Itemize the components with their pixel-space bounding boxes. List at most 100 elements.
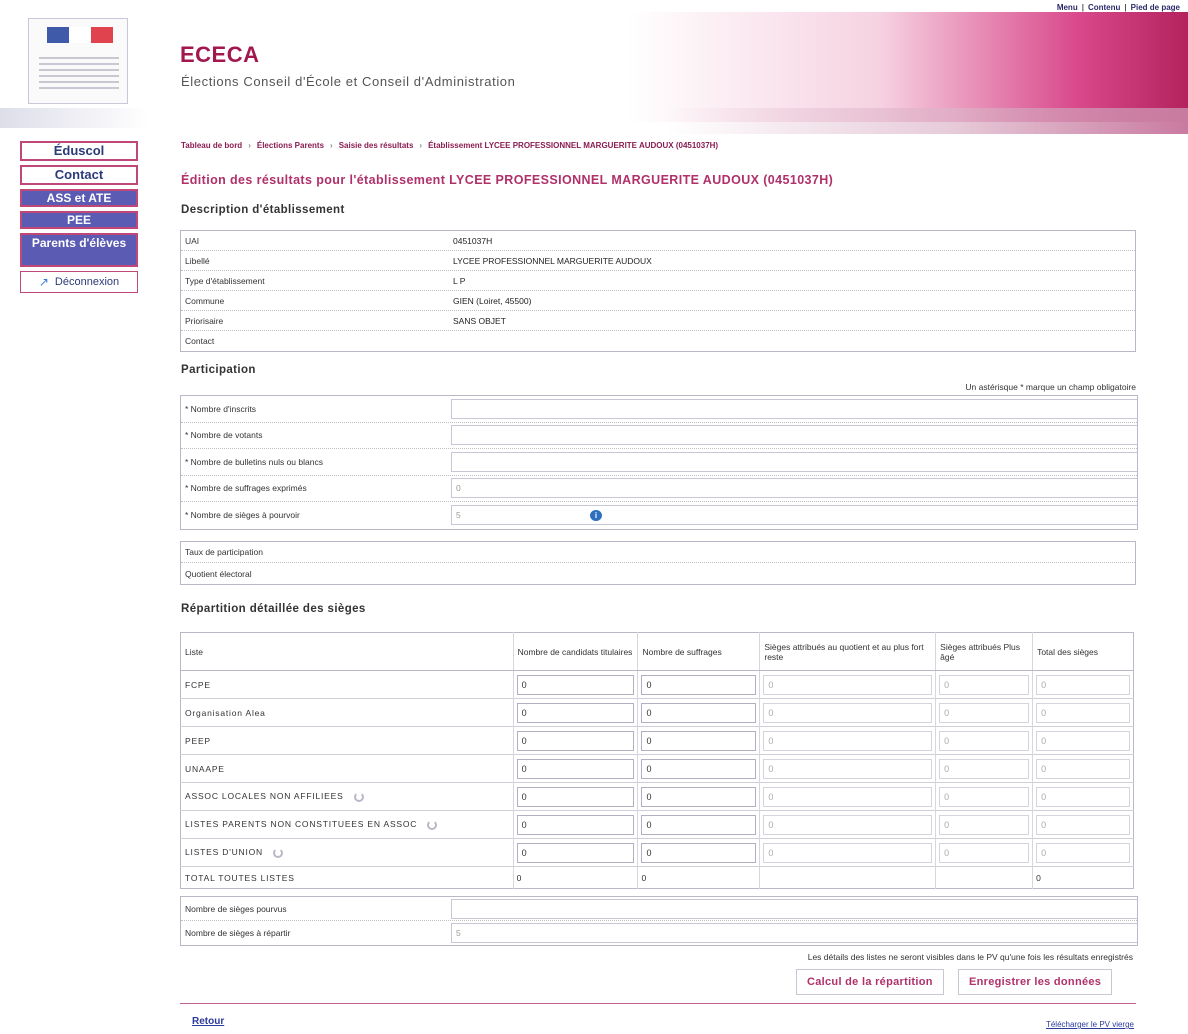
ministry-logo (28, 18, 128, 104)
total-field: 0 (1036, 730, 1130, 751)
participation-form: * Nombre d'inscrits * Nombre de votants … (180, 395, 1138, 530)
plug-icon: ↗ (38, 275, 49, 289)
description-key: UAI (185, 235, 200, 246)
total-field: 0 (1036, 786, 1130, 807)
refresh-icon[interactable] (427, 819, 438, 830)
candidats-input[interactable]: 0 (516, 786, 635, 807)
table-row: FCPE 0 0 0 0 0 (180, 670, 1134, 699)
sidebar-item-contact[interactable]: Contact (20, 165, 138, 185)
page-title: Édition des résultats pour l'établisseme… (181, 173, 834, 187)
list-name: PEEP (185, 735, 211, 746)
candidats-input[interactable]: 0 (516, 758, 635, 779)
bulletins-nuls-input[interactable] (451, 451, 1137, 472)
suffrages-cell: 0 (637, 698, 760, 727)
breadcrumb-item-elections[interactable]: Élections Parents (257, 141, 324, 150)
enregistrer-button[interactable]: Enregistrer les données (958, 969, 1113, 995)
description-key: Type d'établissement (185, 275, 265, 286)
field-label: * Nombre de votants (185, 430, 263, 441)
suffrages-input[interactable]: 0 (641, 786, 757, 807)
candidats-input[interactable]: 0 (516, 814, 635, 835)
top-link-contenu[interactable]: Contenu (1088, 3, 1120, 12)
description-value: 0451037H (453, 235, 493, 246)
list-name: FCPE (185, 679, 211, 690)
rate-label: Quotient électoral (185, 568, 252, 579)
refresh-icon[interactable] (273, 847, 284, 858)
total-row: TOTAL TOUTES LISTES 0 0 0 (180, 866, 1134, 889)
age-field: 0 (939, 786, 1030, 807)
total-cell: 0 (1032, 670, 1134, 699)
description-row: Commune GIEN (Loiret, 45500) (181, 291, 1135, 311)
total-cell: 0 (1032, 698, 1134, 727)
candidats-input[interactable]: 0 (516, 674, 635, 695)
suffrages-exprimes-field: 0 (451, 478, 1137, 499)
logout-button[interactable]: ↗ Déconnexion (20, 271, 138, 293)
quotient-cell: 0 (759, 726, 936, 755)
list-name: LISTES PARENTS NON CONSTITUEES EN ASSOC (185, 819, 418, 830)
list-name: LISTES D'UNION (185, 847, 264, 858)
refresh-icon[interactable] (353, 791, 364, 802)
sidebar-item-ass-ate[interactable]: ASS et ATE (20, 189, 138, 207)
field-label: * Nombre de sièges à pourvoir (185, 510, 300, 521)
suffrages-cell: 0 (637, 810, 760, 839)
breadcrumb-item-etablissement: Établissement LYCEE PROFESSIONNEL MARGUE… (428, 141, 719, 150)
total-field: 0 (1036, 758, 1130, 779)
suffrages-input[interactable]: 0 (641, 702, 757, 723)
participation-row: * Nombre de votants (181, 423, 1137, 449)
inscrits-input[interactable] (451, 398, 1137, 419)
info-icon[interactable]: i (590, 510, 602, 522)
candidats-cell: 0 (512, 670, 638, 699)
download-pv-link[interactable]: Télécharger le PV vierge (1046, 1020, 1134, 1029)
suffrages-input[interactable]: 0 (641, 758, 757, 779)
sidebar-item-eduscol[interactable]: Éduscol (20, 141, 138, 161)
sidebar-item-pee[interactable]: PEE (20, 211, 138, 229)
description-row: Contact (181, 331, 1135, 351)
age-field: 0 (939, 730, 1030, 751)
age-cell: 0 (935, 698, 1033, 727)
sieges-a-pourvoir-field: 5 i (451, 505, 1137, 526)
calcul-repartition-button[interactable]: Calcul de la répartition (796, 969, 944, 995)
top-link-menu[interactable]: Menu (1057, 3, 1078, 12)
age-cell: 0 (935, 670, 1033, 699)
top-link-pied-de-page[interactable]: Pied de page (1131, 3, 1180, 12)
participation-row: * Nombre de bulletins nuls ou blancs (181, 449, 1137, 476)
candidats-input[interactable]: 0 (516, 730, 635, 751)
votants-input[interactable] (451, 425, 1137, 446)
suffrages-input[interactable]: 0 (641, 842, 757, 863)
table-row: UNAAPE 0 0 0 0 0 (180, 754, 1134, 783)
description-value: L P (453, 275, 466, 286)
quotient-cell: 0 (759, 838, 936, 867)
total-sieges: 0 (1032, 866, 1134, 889)
retour-link[interactable]: Retour (192, 1016, 224, 1027)
header-liste: Liste (180, 632, 514, 671)
candidats-cell: 0 (512, 838, 638, 867)
description-table: UAI 0451037H Libellé LYCEE PROFESSIONNEL M… (180, 230, 1136, 352)
table-header-row: Liste Nombre de candidats titulaires Nom… (180, 632, 1134, 671)
candidats-input[interactable]: 0 (516, 702, 635, 723)
candidats-input[interactable]: 0 (516, 842, 635, 863)
quotient-cell: 0 (759, 754, 936, 783)
breadcrumb-item-tableau[interactable]: Tableau de bord (181, 141, 242, 150)
header-sieges-quotient: Sièges attribués au quotient et au plus … (759, 632, 936, 671)
sidebar-item-parents[interactable]: Parents d'élèves (20, 233, 138, 267)
candidats-cell: 0 (512, 754, 638, 783)
suffrages-input[interactable]: 0 (641, 730, 757, 751)
total-suffrages: 0 (637, 866, 760, 889)
breadcrumb: Tableau de bord › Élections Parents › Saisie… (181, 141, 719, 150)
candidats-cell: 0 (512, 698, 638, 727)
age-cell: 0 (935, 838, 1033, 867)
suffrages-input[interactable]: 0 (641, 674, 757, 695)
suffrages-cell: 0 (637, 782, 760, 811)
total-cell: 0 (1032, 754, 1134, 783)
total-cell: 0 (1032, 810, 1134, 839)
summary-label: Nombre de sièges pourvus (185, 903, 287, 914)
age-cell: 0 (935, 726, 1033, 755)
flag-icon (47, 27, 113, 43)
suffrages-input[interactable]: 0 (641, 814, 757, 835)
description-key: Libellé (185, 255, 210, 266)
header-left-strip (0, 108, 150, 128)
breadcrumb-item-saisie[interactable]: Saisie des résultats (339, 141, 414, 150)
summary-row: Nombre de sièges à répartir 5 (181, 921, 1137, 945)
participation-row: * Nombre d'inscrits (181, 396, 1137, 423)
description-key: Contact (185, 336, 215, 346)
quotient-field: 0 (763, 786, 933, 807)
